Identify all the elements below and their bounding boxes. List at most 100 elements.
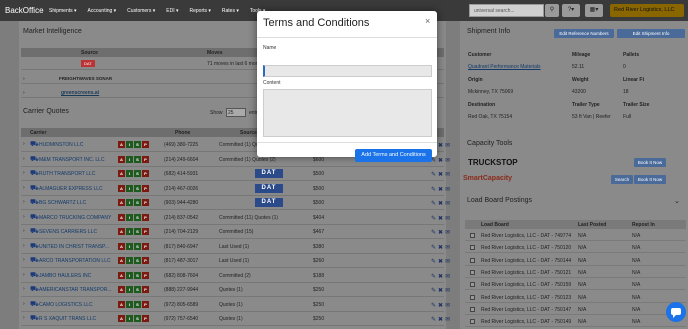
- email-icon[interactable]: ✉: [445, 187, 452, 193]
- edit-icon[interactable]: ✎: [431, 259, 438, 265]
- menu-rates[interactable]: Rates ▾: [222, 8, 239, 14]
- chevron-right-icon[interactable]: ›: [23, 301, 25, 307]
- grid-icon[interactable]: ▦▾: [585, 4, 603, 17]
- edit-icon[interactable]: ✎: [431, 201, 438, 207]
- carrier-name[interactable]: M&M TRANSPORT INC. LLC: [39, 157, 105, 163]
- brand-logo[interactable]: BackOffice: [5, 6, 49, 15]
- source-greenscreens[interactable]: greenscreens.ai: [61, 90, 99, 96]
- truckstop-book-it-now-button[interactable]: Book It Now: [634, 158, 666, 167]
- chevron-right-icon[interactable]: ›: [23, 141, 25, 147]
- chevron-right-icon[interactable]: ›: [23, 286, 25, 292]
- carrier-name[interactable]: R S XAQUIT TRANS LLC: [39, 316, 96, 322]
- edit-shipment-info-button[interactable]: Edit Shipment Info: [617, 29, 685, 38]
- name-input[interactable]: [263, 65, 432, 77]
- search-icon[interactable]: ⚲: [545, 4, 559, 17]
- delete-icon[interactable]: ✖: [438, 216, 445, 222]
- carrier-name[interactable]: BG SCHWARTZ LLC: [39, 200, 86, 206]
- email-icon[interactable]: ✉: [445, 143, 452, 149]
- company-selector[interactable]: Red River Logistics, LLC: [610, 4, 684, 17]
- email-icon[interactable]: ✉: [445, 201, 452, 207]
- carrier-name[interactable]: MARCO TRUCKING COMPANY: [39, 215, 111, 221]
- edit-icon[interactable]: ✎: [431, 303, 438, 309]
- delete-icon[interactable]: ✖: [438, 303, 445, 309]
- menu-customers[interactable]: Customers ▾: [127, 8, 155, 14]
- carrier-name[interactable]: ARCO TRANSPORTATION LLC: [39, 258, 111, 264]
- email-icon[interactable]: ✉: [445, 158, 452, 164]
- chat-bubble-icon[interactable]: [666, 302, 686, 322]
- edit-icon[interactable]: ✎: [431, 172, 438, 178]
- row-checkbox[interactable]: [470, 233, 475, 238]
- carrier-name[interactable]: HUDMINSTON LLC: [39, 142, 83, 148]
- edit-icon[interactable]: ✎: [431, 274, 438, 280]
- email-icon[interactable]: ✉: [445, 274, 452, 280]
- menu-edi[interactable]: EDI ▾: [166, 8, 178, 14]
- edit-icon[interactable]: ✎: [431, 158, 438, 164]
- email-icon[interactable]: ✉: [445, 259, 452, 265]
- carrier-name[interactable]: RUTH TRANSPORT LLC: [39, 171, 95, 177]
- customer-value[interactable]: Quadrant Performance Materials: [468, 64, 541, 70]
- delete-icon[interactable]: ✖: [438, 317, 445, 323]
- delete-icon[interactable]: ✖: [438, 274, 445, 280]
- delete-icon[interactable]: ✖: [438, 259, 445, 265]
- delete-icon[interactable]: ✖: [438, 187, 445, 193]
- chevron-right-icon[interactable]: ›: [23, 185, 25, 191]
- delete-icon[interactable]: ✖: [438, 143, 445, 149]
- chevron-right-icon[interactable]: ›: [23, 199, 25, 205]
- chevron-right-icon[interactable]: ›: [23, 90, 25, 96]
- row-checkbox[interactable]: [470, 269, 475, 275]
- edit-icon[interactable]: ✎: [431, 245, 438, 251]
- question-circle-icon[interactable]: ?▾: [562, 4, 580, 17]
- smartcapacity-search-button[interactable]: Search: [611, 175, 633, 184]
- edit-icon[interactable]: ✎: [431, 216, 438, 222]
- chevron-right-icon[interactable]: ›: [23, 315, 25, 321]
- chevron-right-icon[interactable]: ›: [23, 170, 25, 176]
- email-icon[interactable]: ✉: [445, 230, 452, 236]
- row-checkbox[interactable]: [470, 245, 475, 251]
- delete-icon[interactable]: ✖: [438, 158, 445, 164]
- carrier-name[interactable]: SEVENS CARRIERS LLC: [39, 229, 97, 235]
- carrier-name[interactable]: JAMBO HAULERS INC: [39, 273, 91, 279]
- carrier-name[interactable]: ALMAGUER EXPRESS LLC: [39, 186, 103, 192]
- chevron-down-icon[interactable]: ⌄: [674, 197, 680, 205]
- carrier-name[interactable]: AMERICANSTAR TRANSPOR...: [39, 287, 112, 293]
- chevron-right-icon[interactable]: ›: [23, 243, 25, 249]
- chevron-right-icon[interactable]: ›: [23, 228, 25, 234]
- content-textarea[interactable]: [263, 89, 432, 137]
- close-icon[interactable]: ×: [425, 16, 430, 26]
- email-icon[interactable]: ✉: [445, 245, 452, 251]
- delete-icon[interactable]: ✖: [438, 230, 445, 236]
- carrier-name[interactable]: CAMO LOGISTICS LLC: [39, 302, 93, 308]
- menu-accounting[interactable]: Accounting ▾: [88, 8, 117, 14]
- edit-icon[interactable]: ✎: [431, 187, 438, 193]
- chevron-right-icon[interactable]: ›: [23, 214, 25, 220]
- add-terms-button[interactable]: Add Terms and Conditions: [355, 149, 432, 162]
- email-icon[interactable]: ✉: [445, 303, 452, 309]
- edit-reference-numbers-button[interactable]: Edit Reference Numbers: [554, 29, 614, 38]
- universal-search-input[interactable]: universal search...: [469, 4, 544, 17]
- edit-icon[interactable]: ✎: [431, 288, 438, 294]
- edit-icon[interactable]: ✎: [431, 230, 438, 236]
- email-icon[interactable]: ✉: [445, 288, 452, 294]
- row-checkbox[interactable]: [470, 319, 475, 325]
- entries-select[interactable]: 25: [226, 108, 246, 117]
- chevron-right-icon[interactable]: ›: [23, 76, 25, 82]
- email-icon[interactable]: ✉: [445, 216, 452, 222]
- edit-icon[interactable]: ✎: [431, 317, 438, 323]
- menu-shipments[interactable]: Shipments ▾: [49, 8, 77, 14]
- row-checkbox[interactable]: [470, 257, 475, 263]
- row-checkbox[interactable]: [470, 306, 475, 312]
- delete-icon[interactable]: ✖: [438, 288, 445, 294]
- smartcapacity-book-it-now-button[interactable]: Book It Now: [634, 175, 666, 184]
- row-checkbox[interactable]: [470, 282, 475, 288]
- chevron-right-icon[interactable]: ›: [23, 156, 25, 162]
- carrier-name[interactable]: UNITED IN CHRIST TRANSP...: [39, 244, 109, 250]
- chevron-right-icon[interactable]: ›: [23, 272, 25, 278]
- delete-icon[interactable]: ✖: [438, 245, 445, 251]
- row-checkbox[interactable]: [470, 294, 475, 300]
- menu-reports[interactable]: Reports ▾: [189, 8, 210, 14]
- delete-icon[interactable]: ✖: [438, 201, 445, 207]
- chevron-right-icon[interactable]: ›: [23, 257, 25, 263]
- email-icon[interactable]: ✉: [445, 317, 452, 323]
- email-icon[interactable]: ✉: [445, 172, 452, 178]
- delete-icon[interactable]: ✖: [438, 172, 445, 178]
